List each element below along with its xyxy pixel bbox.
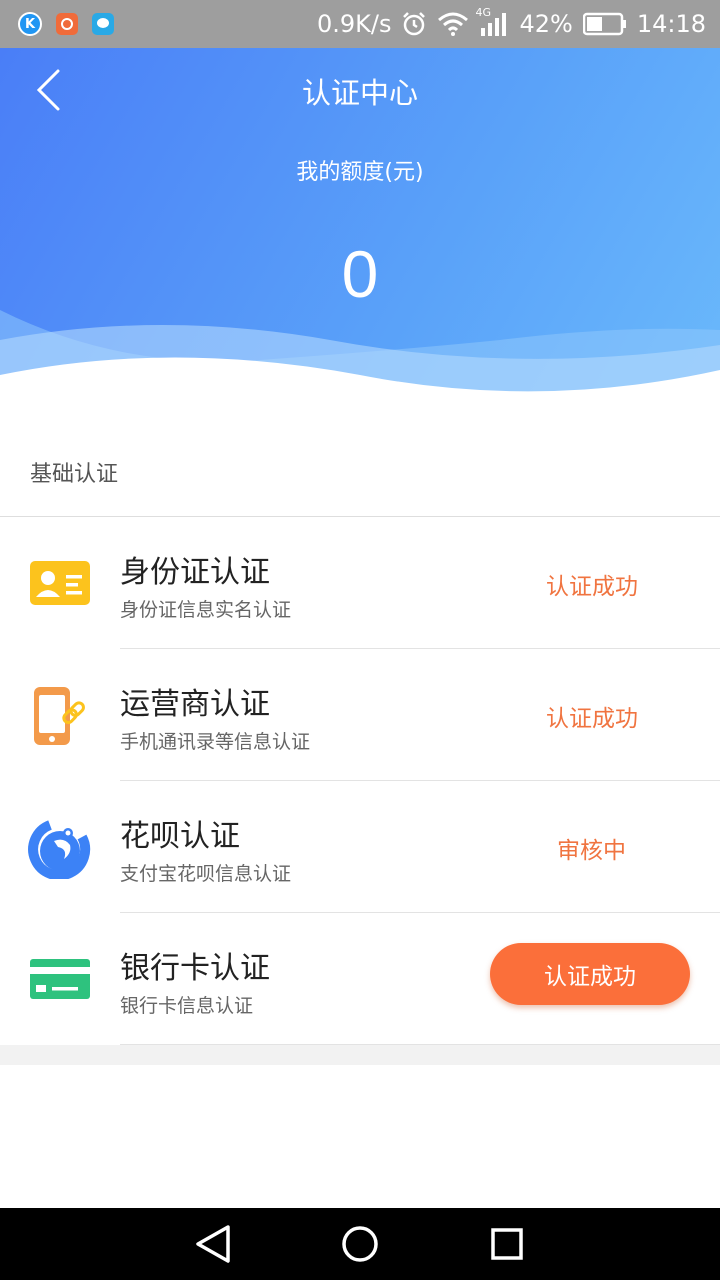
chat-app-icon [92, 13, 114, 35]
header: 认证中心 我的额度(元) 0 [0, 48, 720, 410]
list-item-huabei[interactable]: 花呗认证 支付宝花呗信息认证 审核中 [0, 781, 720, 913]
nav-recents-button[interactable] [477, 1214, 537, 1274]
id-card-icon [28, 555, 92, 611]
triangle-back-icon [196, 1225, 231, 1263]
battery-icon [582, 12, 626, 36]
wifi-icon [438, 12, 469, 36]
page-title: 认证中心 [301, 76, 418, 110]
status-label: 认证成功 [546, 574, 638, 600]
game-app-icon [56, 13, 78, 35]
item-title: 银行卡认证 [120, 951, 270, 986]
screen: K 0.9K/s 4G 42% 14:18 认证中心 我的额度(元) 0 基础认… [0, 0, 720, 1280]
item-subtitle: 身份证信息实名认证 [120, 599, 292, 621]
phone-link-icon [28, 687, 92, 745]
status-label: 审核中 [557, 838, 626, 864]
item-subtitle: 支付宝花呗信息认证 [120, 863, 292, 885]
circle-home-icon [342, 1226, 378, 1262]
item-title: 身份证认证 [120, 555, 270, 590]
section-title: 基础认证 [30, 462, 119, 487]
huabei-icon [28, 819, 92, 881]
nav-home-button[interactable] [330, 1214, 390, 1274]
item-title: 运营商认证 [120, 687, 270, 722]
header-wave [0, 310, 720, 410]
status-bar: K 0.9K/s 4G 42% 14:18 [0, 0, 720, 48]
clock: 14:18 [636, 10, 706, 38]
navigation-bar [0, 1208, 720, 1280]
kuai-app-icon: K [18, 12, 42, 36]
list-item-bank-card[interactable]: 银行卡认证 银行卡信息认证 认证成功 [0, 913, 720, 1045]
bank-card-icon [28, 951, 92, 1007]
item-title: 花呗认证 [120, 819, 240, 854]
signal-indicator: 4G [475, 6, 509, 36]
verification-list: 身份证认证 身份证信息实名认证 认证成功 运营商认证 手机通讯录等信息认证 认证… [0, 517, 720, 1045]
battery-percent: 42% [519, 10, 573, 38]
status-button[interactable]: 认证成功 [490, 943, 690, 1005]
item-subtitle: 手机通讯录等信息认证 [120, 731, 311, 753]
nav-back-button[interactable] [183, 1214, 243, 1274]
status-label: 认证成功 [546, 706, 638, 732]
network-type: 4G [475, 6, 492, 19]
square-recents-icon [490, 1228, 523, 1260]
list-item-id-card[interactable]: 身份证认证 身份证信息实名认证 认证成功 [0, 517, 720, 649]
network-speed: 0.9K/s [316, 10, 392, 38]
list-item-carrier[interactable]: 运营商认证 手机通讯录等信息认证 认证成功 [0, 649, 720, 781]
alarm-icon [403, 12, 426, 36]
quota-label: 我的额度(元) [296, 160, 424, 185]
footer-band [0, 1045, 720, 1065]
item-subtitle: 银行卡信息认证 [120, 995, 254, 1017]
